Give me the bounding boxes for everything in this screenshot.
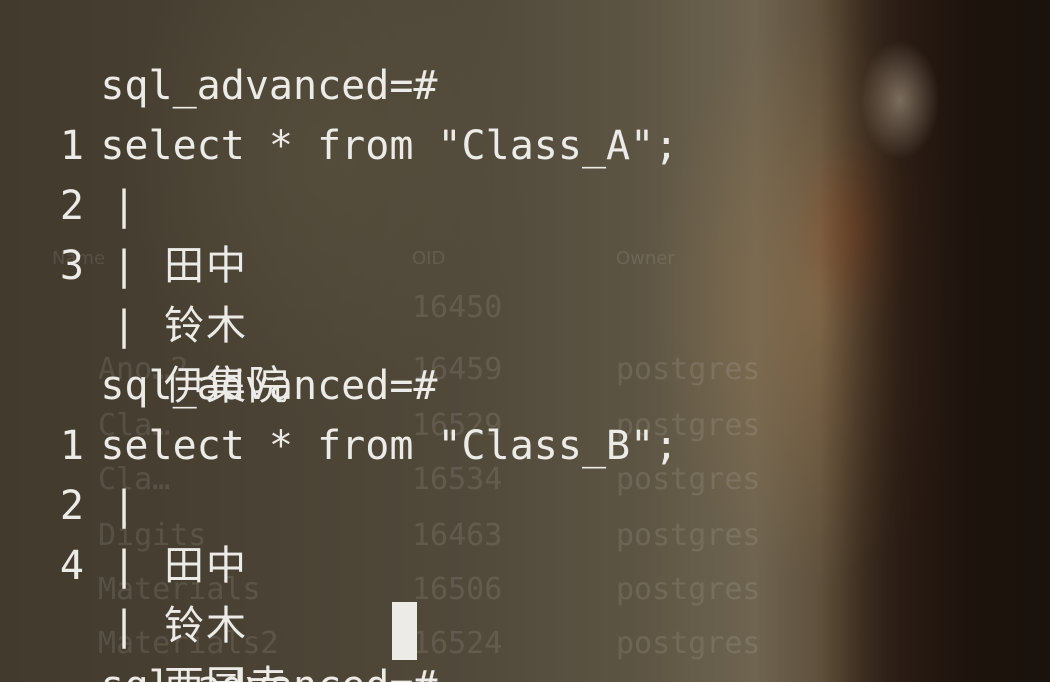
command-line: sql_advanced=# select * from "Class_B"; — [4, 296, 678, 469]
result-row: 2 | 铃木 — [4, 416, 246, 649]
result-row: 4 | 西园寺 — [4, 476, 288, 682]
result-id: 3 — [59, 243, 84, 289]
result-id: 4 — [59, 543, 84, 589]
terminal-output[interactable]: sql_advanced=# select * from "Class_A"; … — [0, 0, 1050, 682]
result-name: 田中 — [164, 543, 248, 589]
shell-prompt: sql_advanced=# — [100, 63, 438, 109]
result-row: 2 | 铃木 — [4, 116, 246, 349]
active-prompt-line[interactable]: sql_advanced=# — [4, 596, 437, 682]
shell-prompt: sql_advanced=# — [100, 663, 437, 682]
sql-command: select * from "Class_A"; — [100, 123, 679, 169]
result-name: 田中 — [164, 243, 248, 289]
sql-command: select * from "Class_B"; — [100, 423, 679, 469]
result-row: 1 | 田中 — [4, 56, 246, 289]
command-line: sql_advanced=# select * from "Class_A"; — [4, 0, 678, 169]
shell-prompt: sql_advanced=# — [100, 363, 438, 409]
column-separator: | — [112, 483, 137, 529]
text-cursor — [392, 602, 417, 660]
column-separator: | — [112, 543, 137, 589]
column-separator: | — [112, 243, 137, 289]
column-separator: | — [112, 183, 137, 229]
result-row: 1 | 田中 — [4, 356, 246, 589]
result-row: 3 | 伊集院 — [4, 176, 288, 409]
